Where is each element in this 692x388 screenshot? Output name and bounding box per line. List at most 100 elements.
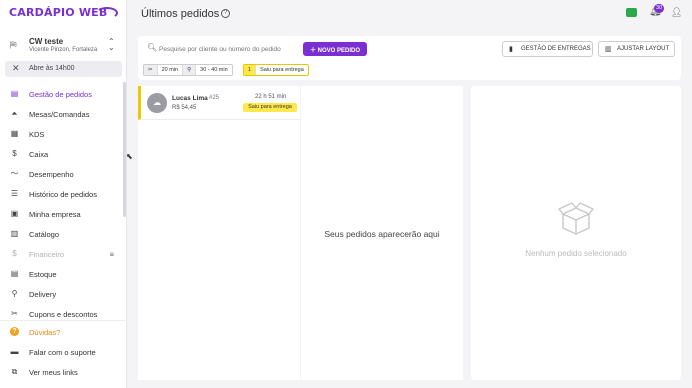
plus-icon: ＋ [309, 47, 318, 54]
search-input[interactable] [159, 42, 295, 56]
sidebar-scrollbar[interactable] [123, 82, 126, 217]
chat-icon: ▬ [10, 347, 19, 356]
sidebar-item-label: Gestão de pedidos [29, 90, 92, 99]
sidebar-item-cash[interactable]: $ Caixa [0, 146, 122, 162]
dollar-icon: $ [12, 249, 17, 258]
bike-icon: ⚲ [11, 289, 18, 298]
delivery-time: 30 - 40 min [200, 67, 228, 73]
empty-orders-message: Seus pedidos aparecerão aqui [324, 229, 440, 239]
search-icon: 🔍︎ [147, 43, 158, 52]
support-link[interactable]: ▬ Falar com o suporte [0, 344, 127, 360]
coupon-icon: ✂ [11, 309, 18, 318]
mouse-cursor-icon: ⬉ [126, 152, 133, 161]
empty-box-icon [558, 202, 594, 235]
catalog-icon: ▥ [10, 229, 19, 238]
order-price: R$ 54,45 [172, 105, 197, 111]
orders-column-panel: Seus pedidos aparecerão aqui [301, 86, 463, 380]
chart-line-icon: 〜 [10, 169, 19, 178]
delivery-management-button[interactable]: ▮ GESTÃO DE ENTREGAS [502, 41, 593, 57]
sidebar-item-delivery[interactable]: ⚲ Delivery [0, 286, 122, 302]
links-label: Ver meus links [29, 368, 78, 377]
new-order-label: NOVO PEDIDO [317, 47, 360, 54]
status-filter-label: Saiu para entrega [260, 67, 304, 73]
sidebar-item-stock[interactable]: ▤ Estoque [0, 266, 122, 282]
sidebar-item-label: Catálogo [29, 230, 60, 239]
order-card[interactable]: ☁ Lucas Lima #25 R$ 54,45 22 h 51 min Sa… [138, 86, 300, 120]
lock-icon: 🔒︎ [109, 249, 114, 258]
store-selector[interactable]: ⛿ CW teste Vicente Pinzon, Fortaleza ⌃ ⌄ [10, 37, 120, 57]
status-filter-count: 1 [244, 65, 257, 75]
help-icon: ? [10, 327, 19, 336]
order-time: 22 h 51 min [255, 94, 287, 100]
store-status[interactable]: ✕ Abre às 14h00 [5, 61, 122, 77]
orders-icon: ▤ [10, 89, 19, 98]
sidebar-item-label: Financeiro [29, 250, 65, 259]
order-customer: Lucas Lima [172, 95, 208, 102]
sidebar-item-label: Cupons e descontos [29, 310, 98, 319]
support-label: Falar com o suporte [29, 348, 96, 357]
help-link[interactable]: ? Dúvidas? [0, 324, 127, 340]
sidebar-item-tables[interactable]: ⏶ Mesas/Comandas [0, 106, 122, 122]
adjust-layout-label: AJUSTAR LAYOUT [617, 46, 670, 52]
store-status-text: Abre às 14h00 [29, 65, 75, 72]
orders-list-panel: ☁ Lucas Lima #25 R$ 54,45 22 h 51 min Sa… [138, 86, 300, 380]
sidebar-item-orders[interactable]: ▤ Gestão de pedidos [0, 86, 122, 102]
stock-icon: ▤ [10, 269, 19, 278]
history-icon: ☰ [10, 189, 19, 198]
sidebar-item-label: Desempenho [29, 170, 74, 179]
sidebar-item-label: Mesas/Comandas [29, 110, 90, 119]
user-icon[interactable]: 👤︎ [671, 7, 682, 18]
no-selection-message: Nenhum pedido selecionado [525, 249, 627, 258]
sidebar-item-performance[interactable]: 〜 Desempenho [0, 166, 122, 182]
close-icon: ✕ [12, 63, 20, 73]
map-icon: ▮ [509, 46, 513, 53]
order-number: #25 [209, 95, 220, 101]
time-estimates[interactable]: ✂ 20 min ⚲ 30 - 40 min [143, 64, 233, 76]
sidebar-nav: ▤ Gestão de pedidos ⏶ Mesas/Comandas ▦ K… [0, 84, 122, 320]
logo-swoosh-icon [96, 7, 118, 19]
brand-logo[interactable]: CARDÁPIO WEB [9, 6, 107, 19]
page-title: Últimos pedidos [141, 8, 220, 20]
table-icon: ⏶ [11, 109, 18, 118]
sidebar-item-label: Minha empresa [29, 210, 81, 219]
links-link[interactable]: ⧉ Ver meus links [0, 364, 127, 380]
order-detail-panel: Nenhum pedido selecionado [471, 86, 681, 380]
delivery-management-label: GESTÃO DE ENTREGAS [521, 46, 591, 52]
sidebar-item-label: Caixa [29, 150, 49, 159]
sidebar-item-coupons[interactable]: ✂ Cupons e descontos [0, 306, 122, 320]
sidebar-item-company[interactable]: ▣ Minha empresa [0, 206, 122, 222]
delivery-icon: ☁ [147, 93, 167, 113]
pickup-time: 20 min [158, 65, 184, 75]
sidebar-item-label: Histórico de pedidos [29, 190, 97, 199]
store-icon: ▣ [10, 209, 19, 218]
printer-icon[interactable] [626, 8, 637, 17]
sidebar: CARDÁPIO WEB ⛿ CW teste Vicente Pinzon, … [0, 0, 127, 388]
pickup-icon: ✂ [144, 65, 158, 75]
notification-badge: 30 [654, 4, 665, 13]
cash-icon: $ [12, 149, 17, 158]
help-label: Dúvidas? [29, 328, 61, 337]
sidebar-footer: ? Dúvidas? ▬ Falar com o suporte ⧉ Ver m… [0, 320, 127, 377]
store-address: Vicente Pinzon, Fortaleza [29, 47, 98, 53]
question-icon[interactable]: ? [221, 9, 230, 18]
bike-icon: ⚲ [183, 65, 197, 75]
sidebar-item-label: KDS [29, 130, 45, 139]
adjust-layout-button[interactable]: ▥ AJUSTAR LAYOUT [598, 41, 675, 57]
sidebar-item-catalog[interactable]: ▥ Catálogo [0, 226, 122, 242]
new-order-button[interactable]: ＋ NOVO PEDIDO [303, 42, 367, 56]
sidebar-item-history[interactable]: ☰ Histórico de pedidos [0, 186, 122, 202]
columns-icon: ▥ [605, 46, 612, 53]
sidebar-item-kds[interactable]: ▦ KDS [0, 126, 122, 142]
store-icon: ⛿ [10, 40, 17, 50]
link-icon: ⧉ [11, 367, 18, 376]
order-status-badge: Saiu para entrega [243, 103, 297, 112]
chevron-updown-icon: ⌃ ⌄ [108, 37, 115, 52]
orders-toolbar: 🔍︎ ＋ NOVO PEDIDO ▮ GESTÃO DE ENTREGAS ▥ … [138, 36, 681, 80]
sidebar-item-label: Delivery [29, 290, 57, 299]
search-box: 🔍︎ [145, 42, 295, 56]
sidebar-item-label: Estoque [29, 270, 57, 279]
store-name: CW teste [29, 37, 64, 46]
kds-grid-icon: ▦ [10, 129, 19, 138]
status-filter[interactable]: 1 Saiu para entrega [243, 64, 309, 76]
sidebar-item-financial[interactable]: $ Financeiro 🔒︎ [0, 246, 122, 262]
